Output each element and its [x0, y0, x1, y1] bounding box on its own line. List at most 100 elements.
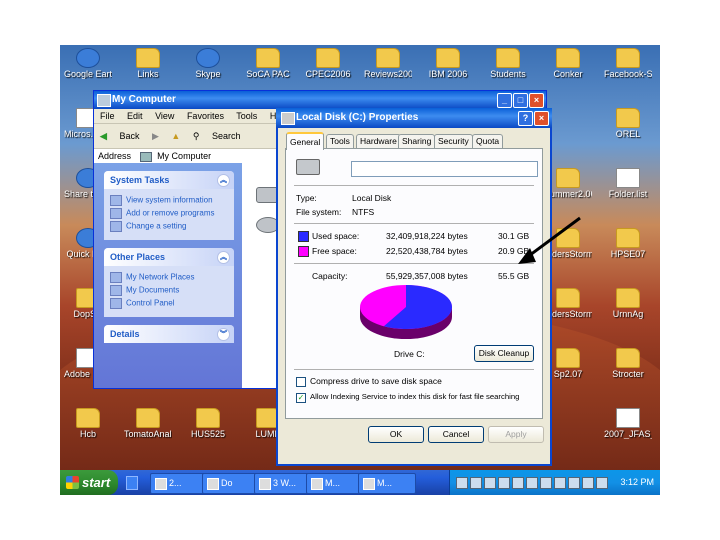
- desktop-icon[interactable]: Students: [484, 48, 532, 79]
- task-add-remove-programs[interactable]: Add or remove programs: [110, 208, 228, 219]
- up-folder-icon[interactable]: ▲: [171, 131, 180, 141]
- minimize-icon[interactable]: _: [497, 93, 512, 108]
- place-my-documents[interactable]: My Documents: [110, 285, 228, 296]
- tray-volume-icon[interactable]: [484, 477, 496, 489]
- maximize-icon[interactable]: □: [513, 93, 528, 108]
- tab-sharing[interactable]: Sharing: [398, 134, 436, 148]
- indexing-checkbox[interactable]: ✓: [296, 393, 306, 403]
- system-tasks-header[interactable]: System Tasks ︽: [104, 171, 234, 189]
- help-icon[interactable]: ?: [518, 111, 533, 126]
- desktop-icon[interactable]: TomatoAnal...: [124, 408, 172, 439]
- free-space-label: Free space:: [312, 246, 357, 256]
- desktop-icon-label: Conker: [553, 69, 583, 79]
- menu-edit[interactable]: Edit: [127, 111, 143, 121]
- capacity-bytes: 55,929,357,008 bytes: [386, 271, 468, 281]
- collapse-chevron-icon[interactable]: ︽: [217, 251, 230, 264]
- place-my-network-places[interactable]: My Network Places: [110, 272, 228, 283]
- taskbar-item-5[interactable]: M...: [358, 473, 416, 494]
- taskbar-item-2[interactable]: Do: [202, 473, 262, 494]
- task-view-system-information[interactable]: View system information: [110, 195, 228, 206]
- tray-display-icon[interactable]: [582, 477, 594, 489]
- folder-icon: [556, 48, 580, 68]
- task-change-setting[interactable]: Change a setting: [110, 221, 228, 232]
- desktop-icon-label: Students: [490, 69, 526, 79]
- disk-cleanup-button[interactable]: Disk Cleanup: [474, 345, 534, 362]
- desktop-icon[interactable]: Folder.list: [604, 168, 652, 199]
- tab-hardware[interactable]: Hardware: [356, 134, 401, 148]
- menu-file[interactable]: File: [100, 111, 115, 121]
- folder-icon: [616, 348, 640, 368]
- tray-messenger-icon[interactable]: [512, 477, 524, 489]
- desktop-icon[interactable]: Reviews2006: [364, 48, 412, 79]
- search-button[interactable]: Search: [212, 131, 241, 141]
- tray-usb-icon[interactable]: [568, 477, 580, 489]
- desktop-icon[interactable]: CPEC2006: [304, 48, 352, 79]
- document-icon: [616, 408, 640, 428]
- collapse-chevron-icon[interactable]: ︽: [217, 174, 230, 187]
- desktop-icon[interactable]: HUS525: [184, 408, 232, 439]
- application-icon: [196, 48, 220, 68]
- desktop-icon[interactable]: OREL: [604, 108, 652, 139]
- start-button[interactable]: start: [60, 470, 118, 495]
- taskbar-clock[interactable]: 3:12 PM: [620, 470, 654, 495]
- desktop-icon[interactable]: Links: [124, 48, 172, 79]
- desktop-icon-label: Facebook-Summ: [604, 69, 652, 79]
- ok-button[interactable]: OK: [368, 426, 424, 443]
- back-arrow-icon[interactable]: ◀: [100, 131, 107, 141]
- general-tab-panel: Type: Local Disk File system: NTFS Used …: [285, 148, 543, 419]
- apply-button[interactable]: Apply: [488, 426, 544, 443]
- details-header[interactable]: Details ︾: [104, 325, 234, 343]
- cancel-button[interactable]: Cancel: [428, 426, 484, 443]
- drive-name-input[interactable]: [351, 161, 538, 177]
- place-label: Control Panel: [126, 298, 175, 308]
- desktop-icon-label: Skype: [195, 69, 221, 79]
- presentation-icon: [311, 478, 323, 490]
- menu-favorites[interactable]: Favorites: [187, 111, 224, 121]
- close-icon[interactable]: ×: [529, 93, 544, 108]
- properties-titlebar[interactable]: Local Disk (C:) Properties ? ×: [276, 108, 552, 128]
- search-icon[interactable]: ⚲: [193, 131, 200, 141]
- desktop-icon-label: SoCA PAC: [246, 69, 290, 79]
- tab-security[interactable]: Security: [434, 134, 473, 148]
- desktop-icon[interactable]: SoCA PAC: [244, 48, 292, 79]
- desktop-icon[interactable]: UrnnAg: [604, 288, 652, 319]
- taskbar: start 2... Do 3 W... M... M... 3:12 PM: [60, 470, 660, 495]
- desktop-icon[interactable]: HPSE07: [604, 228, 652, 259]
- desktop-icon[interactable]: IBM 2006: [424, 48, 472, 79]
- close-icon[interactable]: ×: [534, 111, 549, 126]
- desktop-icon[interactable]: Facebook-Summ: [604, 48, 652, 79]
- tab-general[interactable]: General: [286, 132, 325, 150]
- my-computer-titlebar[interactable]: My Computer _ □ ×: [94, 91, 546, 109]
- taskbar-item-label: 2...: [169, 478, 182, 488]
- tray-network-icon[interactable]: [456, 477, 468, 489]
- desktop-icon[interactable]: Hcb: [64, 408, 112, 439]
- back-button[interactable]: Back: [119, 131, 139, 141]
- expand-chevron-icon[interactable]: ︾: [217, 328, 230, 341]
- desktop-icon[interactable]: 2007_JFAS_...: [604, 408, 652, 439]
- menu-view[interactable]: View: [155, 111, 174, 121]
- place-control-panel[interactable]: Control Panel: [110, 298, 228, 309]
- tray-security-icon[interactable]: [470, 477, 482, 489]
- window-icon: [363, 478, 375, 490]
- desktop-icon[interactable]: Conker: [544, 48, 592, 79]
- file-system-value: NTFS: [352, 207, 375, 217]
- tray-power-icon[interactable]: [540, 477, 552, 489]
- quick-launch-icon[interactable]: [126, 476, 138, 490]
- tab-quota[interactable]: Quota: [472, 134, 504, 148]
- compress-checkbox[interactable]: [296, 377, 306, 387]
- desktop-icon[interactable]: Google Earth: [64, 48, 112, 79]
- desktop-icon[interactable]: Skype: [184, 48, 232, 79]
- desktop-icon[interactable]: Strocter: [604, 348, 652, 379]
- forward-arrow-icon[interactable]: ▶: [152, 131, 159, 141]
- document-icon: [207, 478, 219, 490]
- divider: [294, 223, 534, 224]
- tab-tools[interactable]: Tools: [326, 134, 354, 148]
- tray-update-icon[interactable]: [498, 477, 510, 489]
- tray-printer-icon[interactable]: [554, 477, 566, 489]
- document-icon: [616, 168, 640, 188]
- details-title: Details: [110, 329, 140, 339]
- tray-misc-icon[interactable]: [596, 477, 608, 489]
- other-places-header[interactable]: Other Places ︽: [104, 248, 234, 266]
- menu-tools[interactable]: Tools: [236, 111, 257, 121]
- tray-antivirus-icon[interactable]: [526, 477, 538, 489]
